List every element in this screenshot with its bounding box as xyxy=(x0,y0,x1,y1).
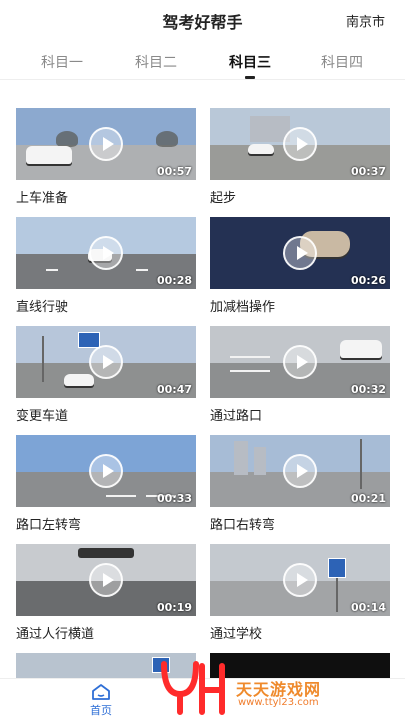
video-thumbnail: 00:28 xyxy=(16,217,196,289)
video-title: 路口右转弯 xyxy=(210,518,276,533)
video-card-6[interactable]: 00:33 路口左转弯 xyxy=(16,435,196,533)
video-thumbnail: 00:47 xyxy=(16,326,196,398)
video-card-4[interactable]: 00:47 变更车道 xyxy=(16,326,196,424)
video-title: 通过人行横道 xyxy=(16,627,95,642)
tab-subject-4[interactable]: 科目四 xyxy=(297,52,387,72)
video-card-8[interactable]: 00:19 通过人行横道 xyxy=(16,544,196,642)
video-thumbnail: 00:32 xyxy=(210,326,390,398)
play-icon xyxy=(283,563,317,597)
video-duration: 00:32 xyxy=(350,383,386,396)
video-title: 变更车道 xyxy=(16,409,69,424)
video-duration: 00:19 xyxy=(156,601,192,614)
video-duration: 00:26 xyxy=(350,274,386,287)
video-card-9[interactable]: 00:14 通过学校 xyxy=(210,544,390,642)
video-card-3[interactable]: 00:26 加减档操作 xyxy=(210,217,390,315)
active-tab-indicator xyxy=(245,76,255,79)
video-thumbnail: 00:14 xyxy=(210,544,390,616)
video-duration: 00:37 xyxy=(350,165,386,178)
subject-tabs: 科目一 科目二 科目三 科目四 xyxy=(0,46,405,80)
video-thumbnail: 00:37 xyxy=(210,108,390,180)
video-title: 直线行驶 xyxy=(16,300,69,315)
play-icon xyxy=(89,127,123,161)
video-duration: 00:33 xyxy=(156,492,192,505)
video-duration: 00:28 xyxy=(156,274,192,287)
video-card-2[interactable]: 00:28 直线行驶 xyxy=(16,217,196,315)
watermark: 天天游戏网 www.ttyl23.com xyxy=(158,656,398,718)
video-title: 通过学校 xyxy=(210,627,263,642)
tab-subject-3[interactable]: 科目三 xyxy=(205,52,295,79)
video-title: 路口左转弯 xyxy=(16,518,82,533)
video-duration: 00:47 xyxy=(156,383,192,396)
video-duration: 00:57 xyxy=(156,165,192,178)
video-thumbnail: 00:21 xyxy=(210,435,390,507)
home-icon xyxy=(92,684,110,700)
play-icon xyxy=(283,345,317,379)
video-thumbnail: 00:19 xyxy=(16,544,196,616)
play-icon xyxy=(89,345,123,379)
nav-home[interactable]: 首页 xyxy=(86,683,116,718)
video-title: 通过路口 xyxy=(210,409,263,424)
play-icon xyxy=(283,454,317,488)
app-title: 驾考好帮手 xyxy=(162,13,243,32)
video-title: 加减档操作 xyxy=(210,300,276,315)
video-card-5[interactable]: 00:32 通过路口 xyxy=(210,326,390,424)
video-thumbnail: 00:33 xyxy=(16,435,196,507)
play-icon xyxy=(89,454,123,488)
video-card-1[interactable]: 00:37 起步 xyxy=(210,108,390,206)
city-selector[interactable]: 南京市 xyxy=(346,11,385,30)
play-icon xyxy=(89,563,123,597)
video-thumbnail: 00:57 xyxy=(16,108,196,180)
header: 驾考好帮手 南京市 xyxy=(0,0,405,40)
play-icon xyxy=(283,236,317,270)
play-icon xyxy=(89,236,123,270)
video-card-0[interactable]: 00:57 上车准备 xyxy=(16,108,196,206)
tab-subject-2[interactable]: 科目二 xyxy=(111,52,201,72)
tab-subject-1[interactable]: 科目一 xyxy=(17,52,107,72)
video-card-7[interactable]: 00:21 路口右转弯 xyxy=(210,435,390,533)
video-thumbnail: 00:26 xyxy=(210,217,390,289)
video-title: 上车准备 xyxy=(16,191,69,206)
video-title: 起步 xyxy=(210,191,237,206)
video-duration: 00:14 xyxy=(350,601,386,614)
watermark-logo-icon xyxy=(161,661,225,715)
watermark-url: www.ttyl23.com xyxy=(238,697,319,708)
video-duration: 00:21 xyxy=(350,492,386,505)
play-icon xyxy=(283,127,317,161)
nav-home-label: 首页 xyxy=(90,704,112,717)
